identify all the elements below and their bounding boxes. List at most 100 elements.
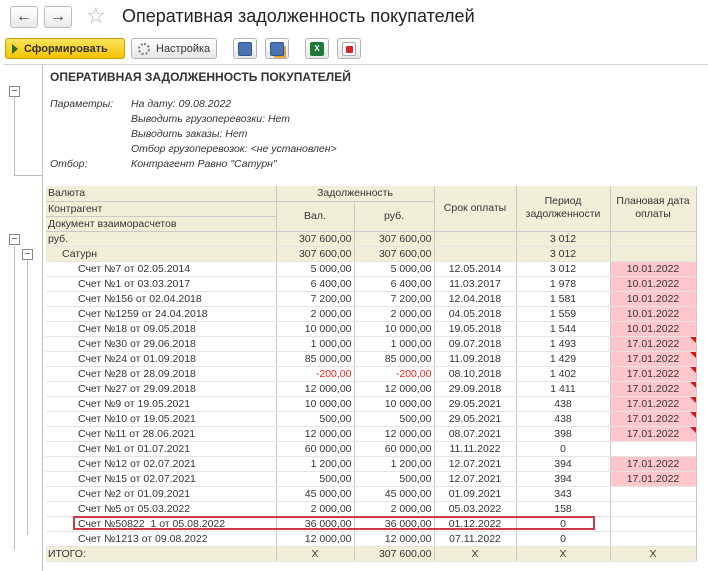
- table-row[interactable]: Счет №50822_1 от 05.08.2022 36 000,00 36 0…: [46, 516, 697, 532]
- table-row[interactable]: Счет №9 от 19.05.2021 10 000,00 10 000,00 2…: [46, 396, 697, 412]
- cell-period: 438: [516, 396, 611, 412]
- table-row[interactable]: Счет №30 от 29.06.2018 1 000,00 1 000,00 09…: [46, 336, 697, 352]
- cell-planned: 10.01.2022: [610, 306, 697, 322]
- collapse-subgroup-toggle[interactable]: −: [22, 249, 33, 260]
- cell-rub: 500,00: [354, 411, 435, 427]
- subgroup-planned: [610, 246, 697, 262]
- back-button[interactable]: ←: [10, 6, 38, 28]
- cell-val: 6 400,00: [276, 276, 355, 292]
- settings-button[interactable]: Настройка: [131, 38, 217, 59]
- cell-rub: 2 000,00: [354, 306, 435, 322]
- collapse-params-toggle[interactable]: −: [9, 86, 20, 97]
- cell-val: 7 200,00: [276, 291, 355, 307]
- export-excel-button[interactable]: X: [305, 38, 329, 59]
- cell-due: 08.10.2018: [434, 366, 517, 382]
- cell-due: 05.03.2022: [434, 501, 517, 517]
- table-row[interactable]: Счет №2 от 01.09.2021 45 000,00 45 000,00 0…: [46, 486, 697, 502]
- collapse-group-toggle[interactable]: −: [9, 234, 20, 245]
- report-title: ОПЕРАТИВНАЯ ЗАДОЛЖЕННОСТЬ ПОКУПАТЕЛЕЙ: [50, 70, 351, 84]
- subgroup-val: 307 600,00: [276, 246, 355, 262]
- table-row[interactable]: Счет №1 от 03.03.2017 6 400,00 6 400,00 11.…: [46, 276, 697, 292]
- cell-planned: 17.01.2022: [610, 336, 697, 352]
- table-row[interactable]: Счет №5 от 05.03.2022 2 000,00 2 000,00 05.…: [46, 501, 697, 517]
- excel-icon: X: [310, 41, 324, 56]
- param-date: На дату: 09.08.2022: [131, 98, 232, 110]
- cell-period: 343: [516, 486, 611, 502]
- cell-rub: -200,00: [354, 366, 435, 382]
- title-bar: ← → ☆ Оперативная задолженность покупате…: [0, 0, 708, 34]
- table-row[interactable]: Счет №18 от 09.05.2018 10 000,00 10 000,00…: [46, 321, 697, 337]
- table-body: руб. 307 600,00 307 600,00 3 012 Сатурн …: [46, 231, 697, 547]
- cell-due: 07.11.2022: [434, 531, 517, 547]
- cell-due: 12.05.2014: [434, 261, 517, 277]
- table-row[interactable]: Счет №7 от 02.05.2014 5 000,00 5 000,00 12.…: [46, 261, 697, 277]
- cell-period: 398: [516, 426, 611, 442]
- filter-label: Отбор:: [50, 158, 88, 170]
- save-report-button[interactable]: [233, 38, 257, 59]
- toolbar: Сформировать Настройка X: [0, 36, 708, 62]
- cell-val: 1 200,00: [276, 456, 355, 472]
- generate-button[interactable]: Сформировать: [5, 38, 125, 59]
- export-pdf-button[interactable]: [337, 38, 361, 59]
- table-row[interactable]: Счет №28 от 28.09.2018 -200,00 -200,00 08.1…: [46, 366, 697, 382]
- cell-planned: 10.01.2022: [610, 261, 697, 277]
- debt-table: Валюта Задолженность Срок оплаты Период …: [46, 186, 697, 562]
- favorite-star-icon[interactable]: ☆: [86, 3, 106, 29]
- cell-rub: 7 200,00: [354, 291, 435, 307]
- forward-button[interactable]: →: [44, 6, 72, 28]
- cell-val: 500,00: [276, 471, 355, 487]
- cell-planned: 17.01.2022: [610, 456, 697, 472]
- header-debt: Задолженность: [276, 186, 435, 202]
- group-rub: 307 600,00: [354, 231, 435, 247]
- floppy-icon: [238, 41, 252, 56]
- header-currency: Валюта: [46, 186, 277, 202]
- cell-document: Счет №1213 от 09.08.2022: [46, 531, 277, 547]
- cell-planned: [610, 501, 697, 517]
- table-row[interactable]: Счет №1 от 01.07.2021 60 000,00 60 000,00 1…: [46, 441, 697, 457]
- group-period: 3 012: [516, 231, 611, 247]
- table-row[interactable]: Счет №156 от 02.04.2018 7 200,00 7 200,00 1…: [46, 291, 697, 307]
- cell-due: 11.03.2017: [434, 276, 517, 292]
- param-transport-filter: Отбор грузоперевозок: <не установлен>: [131, 143, 337, 155]
- cell-rub: 12 000,00: [354, 426, 435, 442]
- table-row[interactable]: Счет №1213 от 09.08.2022 12 000,00 12 000,…: [46, 531, 697, 547]
- table-row[interactable]: Счет №11 от 28.06.2021 12 000,00 12 000,00…: [46, 426, 697, 442]
- arrow-left-icon: ←: [16, 8, 32, 25]
- table-row[interactable]: Счет №15 от 02.07.2021 500,00 500,00 12.07.…: [46, 471, 697, 487]
- cell-val: 10 000,00: [276, 396, 355, 412]
- param-transport: Выводить грузоперевозки: Нет: [131, 113, 291, 125]
- cell-planned: 17.01.2022: [610, 381, 697, 397]
- cell-document: Счет №15 от 02.07.2021: [46, 471, 277, 487]
- cell-document: Счет №27 от 29.09.2018: [46, 381, 277, 397]
- group-row-counterparty[interactable]: Сатурн 307 600,00 307 600,00 3 012: [46, 246, 697, 262]
- header-document: Документ взаиморасчетов: [46, 216, 277, 232]
- cell-rub: 60 000,00: [354, 441, 435, 457]
- cell-period: 158: [516, 501, 611, 517]
- cell-planned: 17.01.2022: [610, 411, 697, 427]
- cell-val: 12 000,00: [276, 426, 355, 442]
- cell-period: 394: [516, 471, 611, 487]
- cell-planned: 10.01.2022: [610, 321, 697, 337]
- cell-due: 29.05.2021: [434, 396, 517, 412]
- group-due: [434, 231, 517, 247]
- cell-document: Счет №10 от 19.05.2021: [46, 411, 277, 427]
- cell-document: Счет №1259 от 24.04.2018: [46, 306, 277, 322]
- filter-value: Контрагент Равно "Сатурн": [131, 158, 277, 170]
- table-row[interactable]: Счет №12 от 02.07.2021 1 200,00 1 200,00 12…: [46, 456, 697, 472]
- cell-due: 04.05.2018: [434, 306, 517, 322]
- cell-rub: 500,00: [354, 471, 435, 487]
- table-row[interactable]: Счет №10 от 19.05.2021 500,00 500,00 29.05.…: [46, 411, 697, 427]
- cell-rub: 10 000,00: [354, 396, 435, 412]
- cell-val: 12 000,00: [276, 381, 355, 397]
- table-row[interactable]: Счет №24 от 01.09.2018 85 000,00 85 000,00…: [46, 351, 697, 367]
- cell-due: 11.11.2022: [434, 441, 517, 457]
- cell-planned: 17.01.2022: [610, 396, 697, 412]
- save-settings-button[interactable]: [265, 38, 289, 59]
- cell-rub: 10 000,00: [354, 321, 435, 337]
- total-due: X: [434, 545, 517, 562]
- settings-label: Настройка: [156, 42, 211, 55]
- cell-due: 01.12.2022: [434, 516, 517, 532]
- table-row[interactable]: Счет №27 от 29.09.2018 12 000,00 12 000,00…: [46, 381, 697, 397]
- group-row-currency[interactable]: руб. 307 600,00 307 600,00 3 012: [46, 231, 697, 247]
- table-row[interactable]: Счет №1259 от 24.04.2018 2 000,00 2 000,00…: [46, 306, 697, 322]
